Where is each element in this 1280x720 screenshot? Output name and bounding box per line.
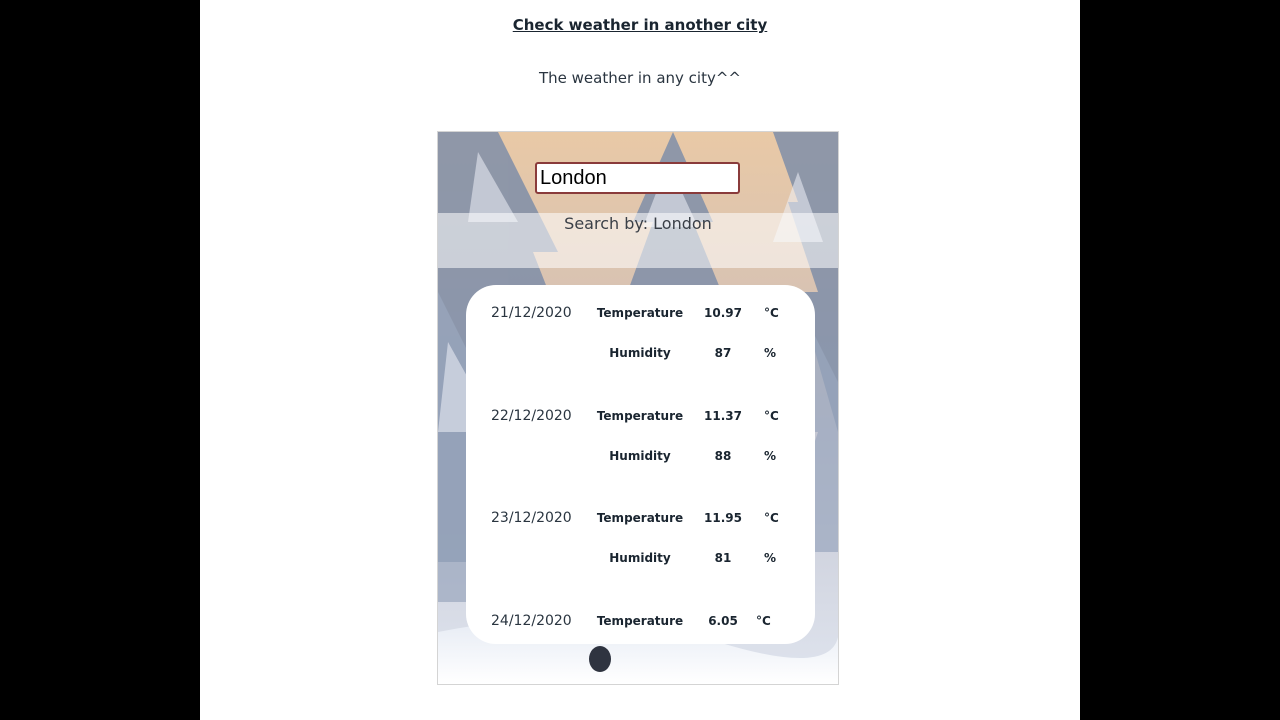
forecast-date: 24/12/2020 — [491, 613, 572, 629]
check-another-city-link[interactable]: Check weather in another city — [200, 16, 1080, 34]
humidity-unit: % — [764, 449, 777, 463]
search-by-label: Search by: London — [564, 214, 712, 233]
forecast-row-humidity: Humidity 87 % — [466, 345, 815, 365]
temperature-label: Temperature — [596, 511, 684, 525]
temperature-unit: °C — [764, 306, 779, 320]
temperature-label: Temperature — [596, 306, 684, 320]
forecast-row-humidity: Humidity 81 % — [466, 550, 815, 570]
temperature-label: Temperature — [596, 409, 684, 423]
humidity-label: Humidity — [609, 449, 671, 463]
humidity-label: Humidity — [609, 346, 671, 360]
temperature-unit: °C — [756, 614, 771, 628]
humidity-value: 87 — [714, 346, 732, 360]
humidity-value: 88 — [714, 449, 732, 463]
humidity-value: 81 — [714, 551, 732, 565]
temperature-value: 11.95 — [704, 511, 742, 525]
weather-card: Search by: London 21/12/2020 Temperature… — [437, 131, 839, 685]
forecast-row-temperature: 21/12/2020 Temperature 10.97 °C — [466, 305, 815, 325]
forecast-date: 23/12/2020 — [491, 510, 572, 526]
page: Check weather in another city The weathe… — [200, 0, 1080, 720]
forecast-date: 21/12/2020 — [491, 305, 572, 321]
temperature-unit: °C — [764, 409, 779, 423]
forecast-date: 22/12/2020 — [491, 408, 572, 424]
city-search-input[interactable] — [535, 162, 740, 194]
humidity-unit: % — [764, 346, 777, 360]
page-subtitle: The weather in any city^^ — [538, 69, 741, 87]
forecast-row-temperature: 22/12/2020 Temperature 11.37 °C — [466, 408, 815, 428]
humidity-label: Humidity — [609, 551, 671, 565]
temperature-value: 11.37 — [704, 409, 742, 423]
temperature-unit: °C — [764, 511, 779, 525]
forecast-row-temperature: 23/12/2020 Temperature 11.95 °C — [466, 510, 815, 530]
forecast-list[interactable]: 21/12/2020 Temperature 10.97 °C Humidity… — [466, 285, 815, 644]
forecast-row-temperature: 24/12/2020 Temperature 6.05 °C — [466, 613, 815, 633]
forecast-row-humidity: Humidity 88 % — [466, 448, 815, 468]
temperature-label: Temperature — [596, 614, 684, 628]
temperature-value: 6.05 — [708, 614, 738, 628]
humidity-unit: % — [764, 551, 777, 565]
temperature-value: 10.97 — [704, 306, 742, 320]
